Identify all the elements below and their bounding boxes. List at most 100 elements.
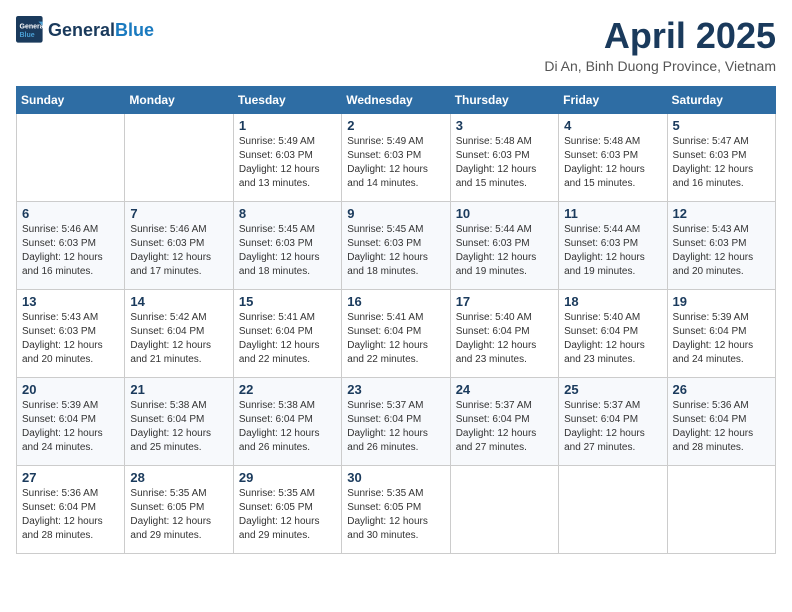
day-detail: Sunrise: 5:43 AM Sunset: 6:03 PM Dayligh…	[22, 311, 119, 367]
day-header-saturday: Saturday	[667, 86, 775, 113]
day-detail: Sunrise: 5:45 AM Sunset: 6:03 PM Dayligh…	[239, 223, 336, 279]
day-detail: Sunrise: 5:49 AM Sunset: 6:03 PM Dayligh…	[347, 135, 444, 191]
day-number: 23	[347, 382, 444, 397]
day-cell-6: 6 Sunrise: 5:46 AM Sunset: 6:03 PM Daylig…	[17, 201, 125, 289]
day-cell-23: 23 Sunrise: 5:37 AM Sunset: 6:04 PM Dayli…	[342, 377, 450, 465]
day-cell-28: 28 Sunrise: 5:35 AM Sunset: 6:05 PM Dayli…	[125, 465, 233, 553]
day-header-wednesday: Wednesday	[342, 86, 450, 113]
calendar-header: SundayMondayTuesdayWednesdayThursdayFrid…	[17, 86, 776, 113]
day-number: 24	[456, 382, 553, 397]
day-detail: Sunrise: 5:35 AM Sunset: 6:05 PM Dayligh…	[239, 487, 336, 543]
empty-cell	[450, 465, 558, 553]
day-number: 4	[564, 118, 661, 133]
day-number: 7	[130, 206, 227, 221]
day-detail: Sunrise: 5:41 AM Sunset: 6:04 PM Dayligh…	[239, 311, 336, 367]
empty-cell	[667, 465, 775, 553]
day-number: 20	[22, 382, 119, 397]
day-number: 5	[673, 118, 770, 133]
logo: General Blue General Blue	[16, 16, 154, 44]
day-detail: Sunrise: 5:35 AM Sunset: 6:05 PM Dayligh…	[130, 487, 227, 543]
day-header-friday: Friday	[559, 86, 667, 113]
day-detail: Sunrise: 5:47 AM Sunset: 6:03 PM Dayligh…	[673, 135, 770, 191]
day-detail: Sunrise: 5:46 AM Sunset: 6:03 PM Dayligh…	[22, 223, 119, 279]
week-row-3: 13 Sunrise: 5:43 AM Sunset: 6:03 PM Dayli…	[17, 289, 776, 377]
day-number: 26	[673, 382, 770, 397]
day-cell-8: 8 Sunrise: 5:45 AM Sunset: 6:03 PM Daylig…	[233, 201, 341, 289]
day-cell-2: 2 Sunrise: 5:49 AM Sunset: 6:03 PM Daylig…	[342, 113, 450, 201]
day-number: 9	[347, 206, 444, 221]
day-cell-10: 10 Sunrise: 5:44 AM Sunset: 6:03 PM Dayli…	[450, 201, 558, 289]
day-number: 2	[347, 118, 444, 133]
day-number: 10	[456, 206, 553, 221]
day-detail: Sunrise: 5:39 AM Sunset: 6:04 PM Dayligh…	[22, 399, 119, 455]
day-detail: Sunrise: 5:48 AM Sunset: 6:03 PM Dayligh…	[564, 135, 661, 191]
day-detail: Sunrise: 5:45 AM Sunset: 6:03 PM Dayligh…	[347, 223, 444, 279]
day-number: 22	[239, 382, 336, 397]
day-detail: Sunrise: 5:49 AM Sunset: 6:03 PM Dayligh…	[239, 135, 336, 191]
day-number: 18	[564, 294, 661, 309]
day-header-tuesday: Tuesday	[233, 86, 341, 113]
day-cell-24: 24Sunrise: 5:37 AM Sunset: 6:04 PM Dayli…	[450, 377, 558, 465]
svg-text:Blue: Blue	[20, 32, 35, 39]
day-cell-29: 29 Sunrise: 5:35 AM Sunset: 6:05 PM Dayli…	[233, 465, 341, 553]
day-number: 28	[130, 470, 227, 485]
day-number: 8	[239, 206, 336, 221]
day-cell-18: 18Sunrise: 5:40 AM Sunset: 6:04 PM Dayli…	[559, 289, 667, 377]
day-cell-30: 30 Sunrise: 5:35 AM Sunset: 6:05 PM Dayli…	[342, 465, 450, 553]
location-title: Di An, Binh Duong Province, Vietnam	[544, 58, 776, 74]
day-detail: Sunrise: 5:48 AM Sunset: 6:03 PM Dayligh…	[456, 135, 553, 191]
day-detail: Sunrise: 5:35 AM Sunset: 6:05 PM Dayligh…	[347, 487, 444, 543]
day-number: 6	[22, 206, 119, 221]
day-number: 27	[22, 470, 119, 485]
day-cell-27: 27 Sunrise: 5:36 AM Sunset: 6:04 PM Dayli…	[17, 465, 125, 553]
day-number: 15	[239, 294, 336, 309]
day-number: 11	[564, 206, 661, 221]
day-number: 21	[130, 382, 227, 397]
empty-cell	[559, 465, 667, 553]
day-header-sunday: Sunday	[17, 86, 125, 113]
header: General Blue General Blue April 2025 Di …	[16, 16, 776, 74]
day-cell-4: 4 Sunrise: 5:48 AM Sunset: 6:03 PM Daylig…	[559, 113, 667, 201]
title-area: April 2025 Di An, Binh Duong Province, V…	[544, 16, 776, 74]
day-number: 3	[456, 118, 553, 133]
day-header-thursday: Thursday	[450, 86, 558, 113]
day-detail: Sunrise: 5:36 AM Sunset: 6:04 PM Dayligh…	[22, 487, 119, 543]
day-number: 13	[22, 294, 119, 309]
day-number: 19	[673, 294, 770, 309]
day-detail: Sunrise: 5:38 AM Sunset: 6:04 PM Dayligh…	[130, 399, 227, 455]
week-row-2: 6 Sunrise: 5:46 AM Sunset: 6:03 PM Daylig…	[17, 201, 776, 289]
day-detail: Sunrise: 5:46 AM Sunset: 6:03 PM Dayligh…	[130, 223, 227, 279]
days-of-week-row: SundayMondayTuesdayWednesdayThursdayFrid…	[17, 86, 776, 113]
day-cell-26: 26Sunrise: 5:36 AM Sunset: 6:04 PM Dayli…	[667, 377, 775, 465]
day-detail: Sunrise: 5:44 AM Sunset: 6:03 PM Dayligh…	[456, 223, 553, 279]
day-detail: Sunrise: 5:41 AM Sunset: 6:04 PM Dayligh…	[347, 311, 444, 367]
week-row-1: 1Sunrise: 5:49 AM Sunset: 6:03 PM Daylig…	[17, 113, 776, 201]
day-detail: Sunrise: 5:37 AM Sunset: 6:04 PM Dayligh…	[347, 399, 444, 455]
day-cell-14: 14Sunrise: 5:42 AM Sunset: 6:04 PM Dayli…	[125, 289, 233, 377]
day-number: 29	[239, 470, 336, 485]
day-detail: Sunrise: 5:40 AM Sunset: 6:04 PM Dayligh…	[456, 311, 553, 367]
day-cell-11: 11 Sunrise: 5:44 AM Sunset: 6:03 PM Dayli…	[559, 201, 667, 289]
day-cell-3: 3 Sunrise: 5:48 AM Sunset: 6:03 PM Daylig…	[450, 113, 558, 201]
week-row-5: 27 Sunrise: 5:36 AM Sunset: 6:04 PM Dayli…	[17, 465, 776, 553]
day-detail: Sunrise: 5:43 AM Sunset: 6:03 PM Dayligh…	[673, 223, 770, 279]
day-header-monday: Monday	[125, 86, 233, 113]
day-number: 17	[456, 294, 553, 309]
month-title: April 2025	[544, 16, 776, 56]
day-cell-20: 20 Sunrise: 5:39 AM Sunset: 6:04 PM Dayli…	[17, 377, 125, 465]
day-detail: Sunrise: 5:44 AM Sunset: 6:03 PM Dayligh…	[564, 223, 661, 279]
day-cell-13: 13 Sunrise: 5:43 AM Sunset: 6:03 PM Dayli…	[17, 289, 125, 377]
day-cell-7: 7 Sunrise: 5:46 AM Sunset: 6:03 PM Daylig…	[125, 201, 233, 289]
day-number: 14	[130, 294, 227, 309]
empty-cell	[125, 113, 233, 201]
day-detail: Sunrise: 5:39 AM Sunset: 6:04 PM Dayligh…	[673, 311, 770, 367]
day-cell-9: 9 Sunrise: 5:45 AM Sunset: 6:03 PM Daylig…	[342, 201, 450, 289]
day-number: 12	[673, 206, 770, 221]
empty-cell	[17, 113, 125, 201]
day-cell-5: 5 Sunrise: 5:47 AM Sunset: 6:03 PM Daylig…	[667, 113, 775, 201]
day-cell-21: 21 Sunrise: 5:38 AM Sunset: 6:04 PM Dayli…	[125, 377, 233, 465]
day-cell-17: 17 Sunrise: 5:40 AM Sunset: 6:04 PM Dayli…	[450, 289, 558, 377]
logo-icon: General Blue	[16, 16, 44, 44]
logo-general: General	[48, 21, 115, 39]
day-number: 30	[347, 470, 444, 485]
